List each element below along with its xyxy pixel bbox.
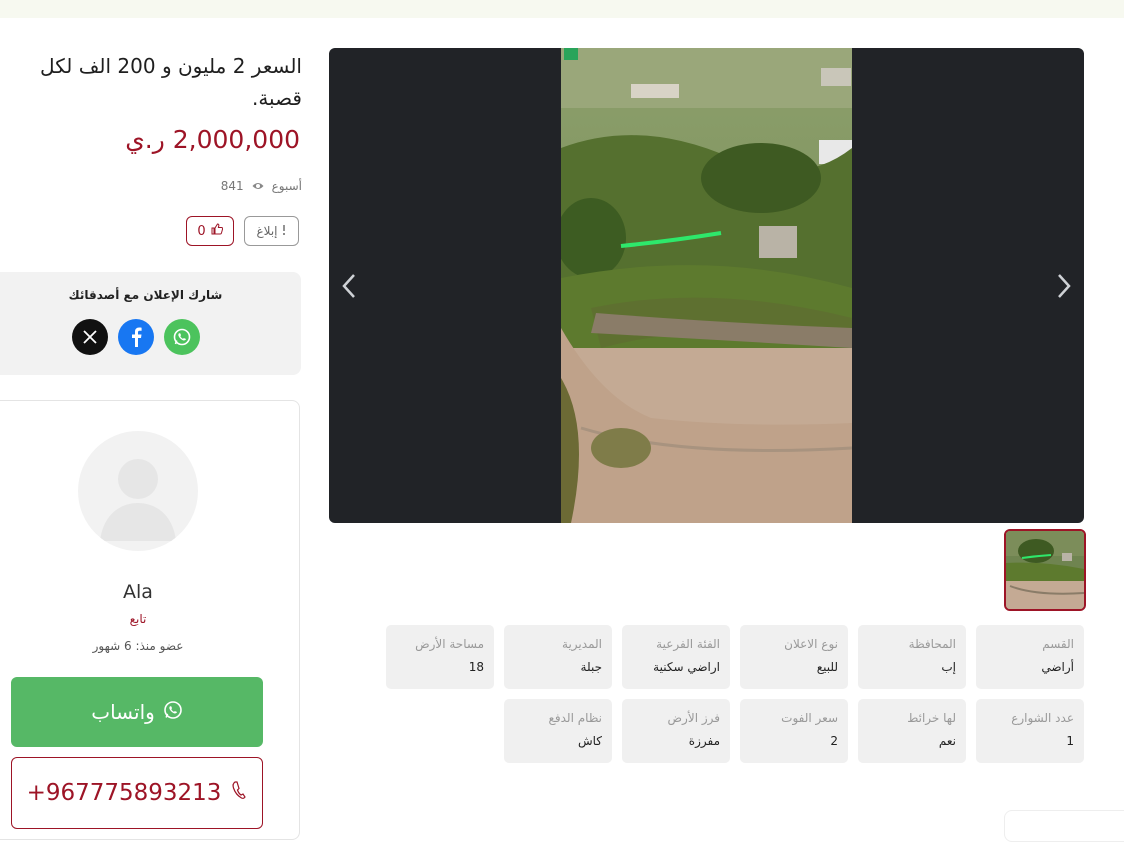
attribute-label: المديرية bbox=[562, 637, 602, 651]
eye-icon bbox=[252, 181, 264, 191]
attribute-chip: المحافظة إب bbox=[858, 625, 966, 689]
attribute-chip: فرز الأرض مفرزة bbox=[622, 699, 730, 763]
listing-meta: أسبوع 841 bbox=[150, 176, 302, 196]
attribute-value: إب bbox=[941, 660, 956, 674]
listing-photo[interactable] bbox=[556, 48, 853, 523]
attribute-label: فرز الأرض bbox=[667, 711, 720, 725]
whatsapp-contact-button[interactable]: واتساب bbox=[11, 677, 263, 747]
facebook-icon[interactable] bbox=[118, 319, 154, 355]
attribute-value: نعم bbox=[938, 734, 956, 748]
attribute-label: سعر الفوت bbox=[781, 711, 838, 725]
attribute-value: 1 bbox=[1066, 734, 1074, 748]
gallery-thumbnail[interactable] bbox=[1004, 529, 1086, 611]
listing-title: السعر 2 مليون و 200 الف لكل قصبة. bbox=[40, 54, 302, 110]
image-gallery bbox=[329, 48, 1084, 523]
listing-price: 2,000,000 ر.ي bbox=[125, 125, 300, 154]
attribute-chip: القسم أراضي bbox=[976, 625, 1084, 689]
seller-card: Ala تابع عضو منذ: 6 شهور واتساب +9677758… bbox=[0, 400, 300, 840]
whatsapp-icon[interactable] bbox=[164, 319, 200, 355]
member-since: عضو منذ: 6 شهور bbox=[92, 639, 184, 653]
attribute-chip: المديرية جبلة bbox=[504, 625, 612, 689]
attribute-value: 18 bbox=[468, 660, 484, 674]
attribute-value: اراضي سكنية bbox=[653, 660, 720, 674]
attribute-value: أراضي bbox=[1041, 660, 1074, 674]
attribute-value: جبلة bbox=[580, 660, 602, 674]
whatsapp-icon bbox=[163, 700, 183, 725]
attribute-label: نظام الدفع bbox=[548, 711, 603, 725]
thumbs-up-icon bbox=[211, 223, 223, 239]
x-icon[interactable] bbox=[72, 319, 108, 355]
next-image-button[interactable] bbox=[1049, 270, 1079, 302]
like-button[interactable]: 0 bbox=[186, 216, 234, 246]
share-panel: شارك الإعلان مع أصدقائك bbox=[0, 272, 301, 375]
share-icons bbox=[72, 319, 200, 355]
attribute-label: القسم bbox=[1042, 637, 1074, 651]
attribute-label: الفئة الفرعية bbox=[656, 637, 720, 651]
attribute-chip: سعر الفوت 2 bbox=[740, 699, 848, 763]
attribute-label: عدد الشوارع bbox=[1011, 711, 1074, 725]
attribute-chip: عدد الشوارع 1 bbox=[976, 699, 1084, 763]
previous-image-button[interactable] bbox=[334, 270, 364, 302]
attribute-value: للبيع bbox=[816, 660, 838, 674]
top-bar bbox=[0, 0, 1124, 18]
attribute-value: كاش bbox=[577, 734, 602, 748]
attribute-chip: نظام الدفع كاش bbox=[504, 699, 612, 763]
follow-button[interactable]: تابع bbox=[0, 612, 285, 626]
report-button[interactable]: إبلاغ bbox=[244, 216, 299, 246]
attribute-value: 2 bbox=[830, 734, 838, 748]
attribute-chip: لها خرائط نعم bbox=[858, 699, 966, 763]
avatar bbox=[78, 431, 198, 551]
seller-name: Ala bbox=[123, 581, 153, 603]
attribute-label: مساحة الأرض bbox=[415, 637, 484, 651]
attribute-chip: مساحة الأرض 18 bbox=[386, 625, 494, 689]
attribute-chip: نوع الاعلان للبيع bbox=[740, 625, 848, 689]
report-label: إبلاغ bbox=[256, 224, 278, 238]
attribute-label: لها خرائط bbox=[907, 711, 956, 725]
attribute-label: نوع الاعلان bbox=[784, 637, 838, 651]
next-section-card bbox=[1004, 810, 1124, 842]
whatsapp-label: واتساب bbox=[91, 700, 155, 724]
share-title: شارك الإعلان مع أصدقائك bbox=[68, 288, 223, 302]
phone-number: +967775893213 bbox=[26, 780, 222, 806]
listing-actions: 0 إبلاغ bbox=[186, 215, 302, 247]
attribute-value: مفرزة bbox=[688, 734, 720, 748]
time-ago: أسبوع bbox=[271, 179, 302, 193]
report-icon bbox=[281, 224, 287, 239]
attribute-chip: الفئة الفرعية اراضي سكنية bbox=[622, 625, 730, 689]
phone-icon bbox=[231, 780, 247, 806]
phone-button[interactable]: +967775893213 bbox=[11, 757, 263, 829]
views-count: 841 bbox=[220, 179, 244, 193]
attribute-label: المحافظة bbox=[908, 637, 956, 651]
likes-count: 0 bbox=[197, 223, 206, 239]
